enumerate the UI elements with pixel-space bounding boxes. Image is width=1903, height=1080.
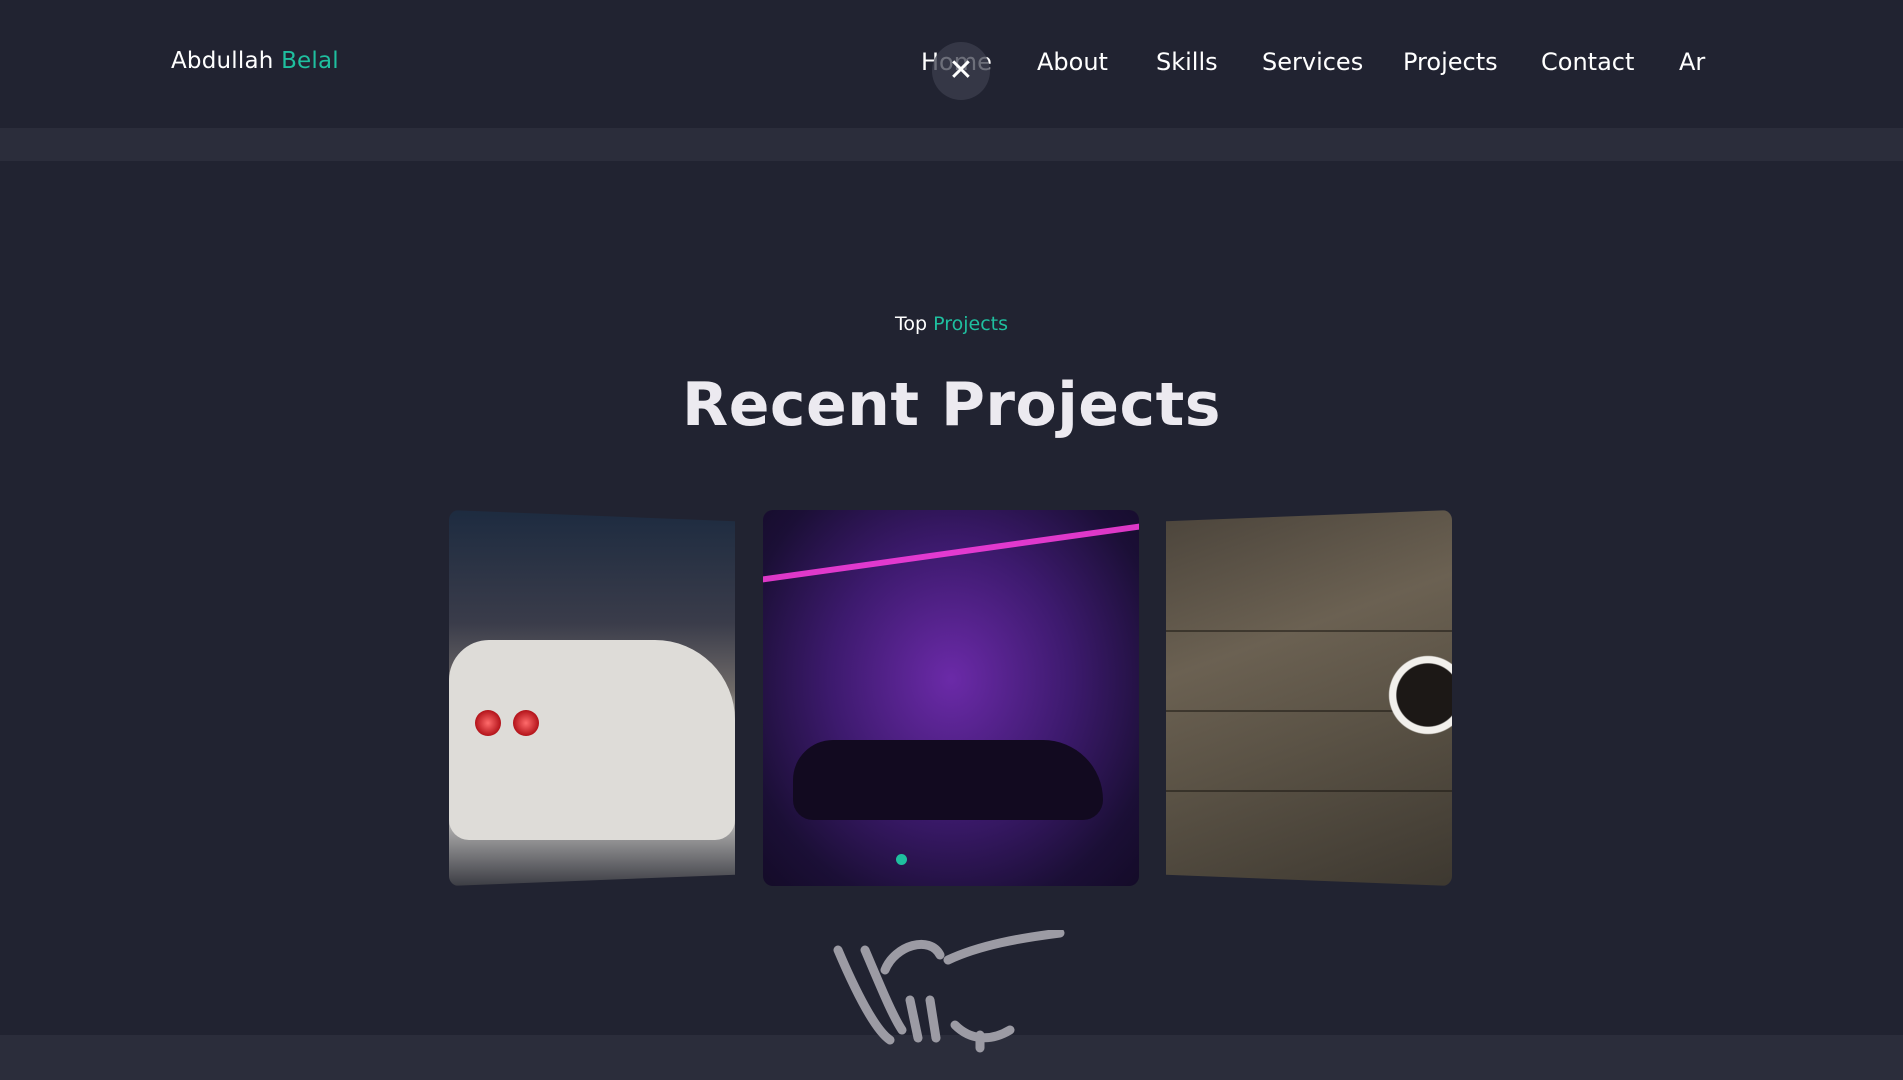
nav-link-services[interactable]: Services	[1262, 48, 1363, 76]
eyebrow-second: Projects	[933, 313, 1008, 335]
project-image-coffee-desk	[1388, 655, 1452, 735]
slider-pagination-dot-active[interactable]	[896, 854, 907, 865]
section-eyebrow: Top Projects	[0, 313, 1903, 335]
project-image-white-car	[449, 640, 735, 840]
project-card-center[interactable]	[763, 510, 1139, 886]
nav-link-ar[interactable]: Ar	[1679, 48, 1705, 76]
nav-link-contact[interactable]: Contact	[1541, 48, 1634, 76]
nav-link-projects[interactable]: Projects	[1403, 48, 1498, 76]
header-divider-band	[0, 128, 1903, 161]
signature-logo	[833, 930, 1065, 1053]
logo-last-name: Belal	[281, 48, 339, 74]
logo-first-name: Abdullah	[171, 48, 274, 74]
close-icon: ✕	[948, 53, 974, 88]
top-navbar: Abdullah Belal Home About Skills Service…	[0, 0, 1903, 128]
project-image-muscle-car	[793, 740, 1103, 820]
project-card-right[interactable]	[1166, 510, 1452, 886]
site-logo[interactable]: Abdullah Belal	[171, 48, 339, 74]
project-card-left[interactable]	[449, 510, 735, 886]
eyebrow-first: Top	[894, 313, 928, 335]
section-title: Recent Projects	[682, 370, 1221, 440]
project-image-neon-station	[763, 523, 1139, 617]
close-menu-button[interactable]: ✕	[932, 42, 990, 100]
nav-link-skills[interactable]: Skills	[1156, 48, 1218, 76]
nav-link-about[interactable]: About	[1037, 48, 1108, 76]
